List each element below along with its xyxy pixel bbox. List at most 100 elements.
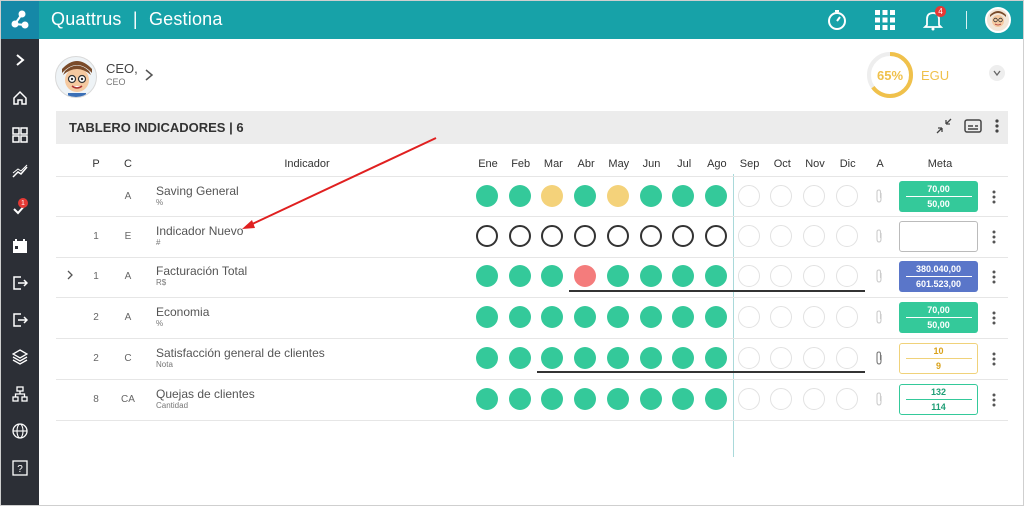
sidebar-expand[interactable] — [1, 47, 39, 73]
month-status-empty[interactable] — [835, 224, 858, 247]
month-status-green[interactable] — [476, 346, 498, 369]
meta-target[interactable]: 70,00 50,00 — [899, 302, 978, 334]
month-status-green[interactable] — [704, 185, 727, 207]
sidebar-item-org[interactable] — [1, 381, 39, 407]
month-status-empty[interactable] — [835, 346, 858, 369]
attachment-button[interactable] — [875, 189, 883, 206]
table-row[interactable]: 1 A Facturación Total R$ 380.040,00 601.523,0… — [56, 257, 1008, 299]
month-status-empty[interactable] — [770, 185, 793, 207]
month-status-empty[interactable] — [770, 346, 793, 369]
sidebar-item-logout[interactable] — [1, 307, 39, 333]
month-status-empty[interactable] — [803, 265, 825, 288]
month-status-empty[interactable] — [835, 265, 858, 288]
meta-target[interactable]: 70,00 50,00 — [899, 181, 978, 212]
attachment-button[interactable] — [875, 310, 883, 327]
month-status-hollow[interactable] — [672, 224, 695, 247]
sidebar-item-layers[interactable] — [1, 344, 39, 370]
month-status-green[interactable] — [508, 387, 531, 410]
month-status-green[interactable] — [639, 346, 662, 369]
indicator-name[interactable]: Indicador Nuevo — [156, 224, 243, 238]
month-status-empty[interactable] — [835, 306, 858, 329]
month-status-yellow[interactable] — [541, 185, 564, 207]
month-status-hollow[interactable] — [606, 224, 629, 247]
meta-target[interactable] — [899, 220, 978, 252]
month-status-empty[interactable] — [835, 387, 858, 410]
indicator-name[interactable]: Satisfacción general de clientes — [156, 346, 325, 360]
user-avatar[interactable] — [55, 56, 97, 98]
meta-target[interactable]: 380.040,00 601.523,00 — [899, 261, 978, 293]
month-status-green[interactable] — [541, 306, 564, 329]
table-row[interactable]: 2 C Satisfacción general de clientes Nota 10… — [56, 339, 1008, 380]
sidebar-item-dashboard[interactable] — [1, 122, 39, 148]
month-status-green[interactable] — [639, 387, 662, 410]
month-status-empty[interactable] — [835, 185, 858, 207]
row-menu-button[interactable] — [992, 190, 996, 206]
sidebar-item-help[interactable]: ? — [1, 455, 39, 481]
month-status-yellow[interactable] — [606, 185, 629, 207]
month-status-empty[interactable] — [803, 185, 825, 207]
month-status-green[interactable] — [704, 387, 727, 410]
attachment-button[interactable] — [875, 351, 883, 368]
table-row[interactable]: A Saving General% 70,00 50,00 — [56, 176, 1008, 217]
table-row[interactable]: 8 CA Quejas de clientes Cantidad 132 114 — [56, 380, 1008, 421]
month-status-empty[interactable] — [770, 224, 793, 247]
month-status-green[interactable] — [639, 265, 662, 288]
month-status-green[interactable] — [704, 346, 727, 369]
month-status-green[interactable] — [672, 387, 695, 410]
indicator-name[interactable]: Saving General — [156, 184, 239, 198]
month-status-red[interactable] — [574, 265, 597, 288]
sidebar-item-trend[interactable] — [1, 159, 39, 185]
month-status-green[interactable] — [574, 185, 597, 207]
month-status-hollow[interactable] — [574, 224, 597, 247]
timer-button[interactable] — [822, 5, 852, 35]
month-status-green[interactable] — [574, 387, 597, 410]
month-status-empty[interactable] — [737, 224, 760, 247]
month-status-empty[interactable] — [737, 387, 760, 410]
row-menu-button[interactable] — [992, 311, 996, 327]
month-status-green[interactable] — [574, 346, 597, 369]
month-status-green[interactable] — [672, 185, 695, 207]
row-expand-button[interactable] — [66, 270, 74, 283]
month-status-green[interactable] — [508, 306, 531, 329]
meta-target[interactable]: 132 114 — [899, 383, 978, 415]
subtitles-icon[interactable] — [964, 118, 982, 134]
sidebar-item-globe[interactable] — [1, 418, 39, 444]
month-status-green[interactable] — [476, 306, 498, 329]
month-status-green[interactable] — [672, 306, 695, 329]
attachment-button[interactable] — [875, 391, 883, 409]
row-menu-button[interactable] — [992, 270, 996, 286]
indicator-name[interactable]: Quejas de clientes — [156, 387, 255, 401]
month-status-empty[interactable] — [737, 185, 760, 207]
month-status-empty[interactable] — [770, 306, 793, 329]
month-status-green[interactable] — [606, 387, 629, 410]
row-menu-button[interactable] — [992, 393, 996, 409]
month-status-hollow[interactable] — [704, 224, 727, 247]
month-status-green[interactable] — [672, 346, 695, 369]
month-status-green[interactable] — [606, 306, 629, 329]
month-status-empty[interactable] — [737, 265, 760, 288]
month-status-green[interactable] — [574, 306, 597, 329]
attachment-button[interactable] — [875, 229, 883, 246]
row-menu-button[interactable] — [992, 352, 996, 368]
month-status-green[interactable] — [508, 185, 531, 207]
month-status-green[interactable] — [541, 265, 564, 288]
app-logo[interactable] — [1, 1, 39, 39]
month-status-green[interactable] — [476, 185, 498, 207]
indicator-name[interactable]: Facturación Total — [156, 264, 247, 278]
month-status-empty[interactable] — [770, 265, 793, 288]
month-status-empty[interactable] — [803, 346, 825, 369]
month-status-empty[interactable] — [770, 387, 793, 410]
row-menu-button[interactable] — [992, 230, 996, 246]
meta-target[interactable]: 10 9 — [899, 342, 978, 374]
attachment-button[interactable] — [875, 269, 883, 286]
sidebar-item-home[interactable] — [1, 85, 39, 111]
collapse-icon[interactable] — [936, 118, 952, 134]
apps-button[interactable] — [870, 5, 900, 35]
more-vertical-icon[interactable] — [994, 118, 1000, 134]
sidebar-item-tasks[interactable]: 1 — [1, 196, 39, 222]
notifications-button[interactable]: 4 — [918, 5, 948, 35]
month-status-empty[interactable] — [737, 346, 760, 369]
indicator-name[interactable]: Economia — [156, 305, 209, 319]
month-status-hollow[interactable] — [508, 224, 531, 247]
month-status-green[interactable] — [639, 185, 662, 207]
